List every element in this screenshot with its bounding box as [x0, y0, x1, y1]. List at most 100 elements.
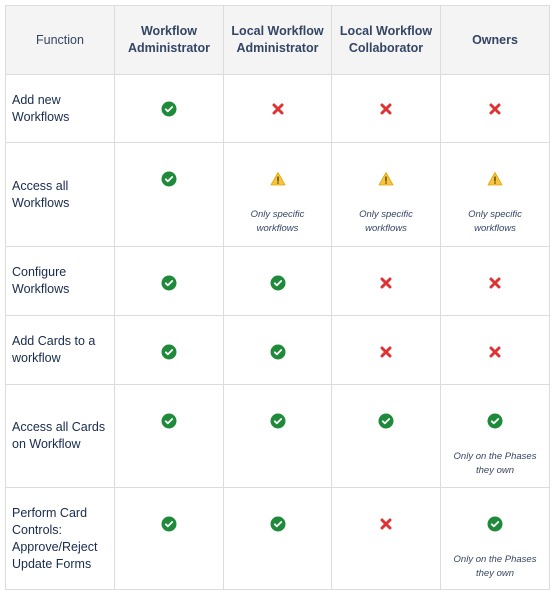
- cross-icon: [487, 101, 503, 117]
- permission-cell: [331, 315, 441, 385]
- table-row: Access all Workflows Only specific workflow…: [5, 142, 550, 247]
- permission-note: Only specific workflows: [332, 208, 440, 236]
- table-row: Add new Workflows: [5, 74, 550, 143]
- permission-note: Only specific workflows: [224, 208, 331, 236]
- warning-icon: [270, 171, 286, 187]
- permission-cell: [223, 487, 332, 590]
- permission-cell: [114, 74, 224, 143]
- table-row: Perform Card Controls: Approve/Reject Updat…: [5, 487, 550, 590]
- permissions-table: Function Workflow Administrator Local Workf…: [5, 5, 550, 590]
- function-label: Access all Cards on Workflow: [5, 384, 115, 488]
- column-header-role: Owners: [440, 5, 550, 75]
- text-line: Controls:: [12, 522, 63, 537]
- text-line: they own: [475, 568, 515, 579]
- check-icon: [161, 516, 177, 532]
- text-line: on Workflow: [12, 437, 81, 451]
- text-line: Only on the Phases: [453, 451, 537, 462]
- permission-cell: [114, 384, 224, 488]
- permission-cell: [331, 487, 441, 590]
- permission-note: Only on the Phases they own: [441, 553, 549, 581]
- check-icon: [161, 101, 177, 117]
- permission-note: Only specific workflows: [441, 208, 549, 236]
- cross-icon: [487, 275, 503, 291]
- permission-cell: [114, 315, 224, 385]
- permission-cell: [114, 246, 224, 316]
- function-label: Add Cards to a workflow: [5, 315, 115, 385]
- text-line: Only specific: [250, 209, 305, 220]
- check-icon: [270, 275, 286, 291]
- cross-icon: [378, 101, 394, 117]
- text-line: Approve/Reject: [12, 539, 98, 554]
- text-line: Workflow: [140, 24, 198, 38]
- warning-icon: [487, 171, 503, 187]
- permission-cell: [331, 74, 441, 143]
- text-line: Function: [36, 32, 84, 47]
- text-line: Workflows: [12, 282, 70, 296]
- permission-note: Only on the Phases they own: [441, 450, 549, 478]
- text-line: Owners: [472, 32, 518, 47]
- text-line: Workflows: [12, 109, 70, 124]
- permission-cell: Only specific workflows: [440, 142, 550, 247]
- text-line: Add Cards to a: [12, 334, 96, 348]
- column-header-role: Local Workflow Administrator: [223, 5, 332, 75]
- text-line: workflows: [256, 223, 299, 234]
- function-label: Perform Card Controls: Approve/Reject Updat…: [5, 487, 115, 590]
- warning-icon: [378, 171, 394, 187]
- permission-cell: Only specific workflows: [331, 142, 441, 247]
- permission-cell: [223, 74, 332, 143]
- text-line: Configure: [12, 265, 67, 279]
- text-line: Perform Card: [12, 505, 88, 520]
- permission-cell: [440, 315, 550, 385]
- text-line: Access all: [12, 178, 69, 193]
- text-line: Local Workflow: [339, 24, 433, 38]
- text-line: Local Workflow: [231, 24, 324, 38]
- permission-cell: [114, 142, 224, 247]
- permission-cell: Only specific workflows: [223, 142, 332, 247]
- table-row: Configure Workflows: [5, 246, 550, 316]
- text-line: workflows: [474, 223, 516, 234]
- permission-cell: [331, 246, 441, 316]
- cross-icon: [378, 344, 394, 360]
- table-row: Access all Cards on Workflow Only on the P…: [5, 384, 550, 488]
- function-label: Add new Workflows: [5, 74, 115, 143]
- text-line: Access all Cards: [12, 420, 106, 434]
- text-line: Administrator: [128, 41, 210, 55]
- text-line: workflow: [12, 351, 61, 365]
- check-icon: [270, 413, 286, 429]
- text-line: Collaborator: [348, 41, 424, 55]
- text-line: Only specific: [359, 209, 413, 220]
- column-header-role: Local Workflow Collaborator: [331, 5, 441, 75]
- permission-cell: Only on the Phases they own: [440, 487, 550, 590]
- cross-icon: [487, 344, 503, 360]
- check-icon: [487, 413, 503, 429]
- permission-cell: [440, 246, 550, 316]
- check-icon: [487, 516, 503, 532]
- text-line: workflows: [365, 223, 407, 234]
- text-line: Workflows: [12, 195, 70, 210]
- text-line: Administrator: [236, 41, 319, 55]
- check-icon: [161, 413, 177, 429]
- text-line: they own: [475, 465, 515, 476]
- table-row: Add Cards to a workflow: [5, 315, 550, 385]
- cross-icon: [378, 516, 394, 532]
- check-icon: [161, 344, 177, 360]
- permission-cell: Only on the Phases they own: [440, 384, 550, 488]
- permission-cell: [114, 487, 224, 590]
- permission-cell: [440, 74, 550, 143]
- check-icon: [270, 344, 286, 360]
- check-icon: [378, 413, 394, 429]
- column-header-function: Function: [5, 5, 115, 75]
- text-line: Only specific: [468, 209, 522, 220]
- function-label: Access all Workflows: [5, 142, 115, 247]
- permission-cell: [331, 384, 441, 488]
- cross-icon: [270, 101, 286, 117]
- column-header-role: Workflow Administrator: [114, 5, 224, 75]
- check-icon: [161, 275, 177, 291]
- check-icon: [270, 516, 286, 532]
- text-line: Update Forms: [12, 556, 92, 571]
- cross-icon: [378, 275, 394, 291]
- permission-cell: [223, 315, 332, 385]
- check-icon: [161, 171, 177, 187]
- function-label: Configure Workflows: [5, 246, 115, 316]
- permission-cell: [223, 384, 332, 488]
